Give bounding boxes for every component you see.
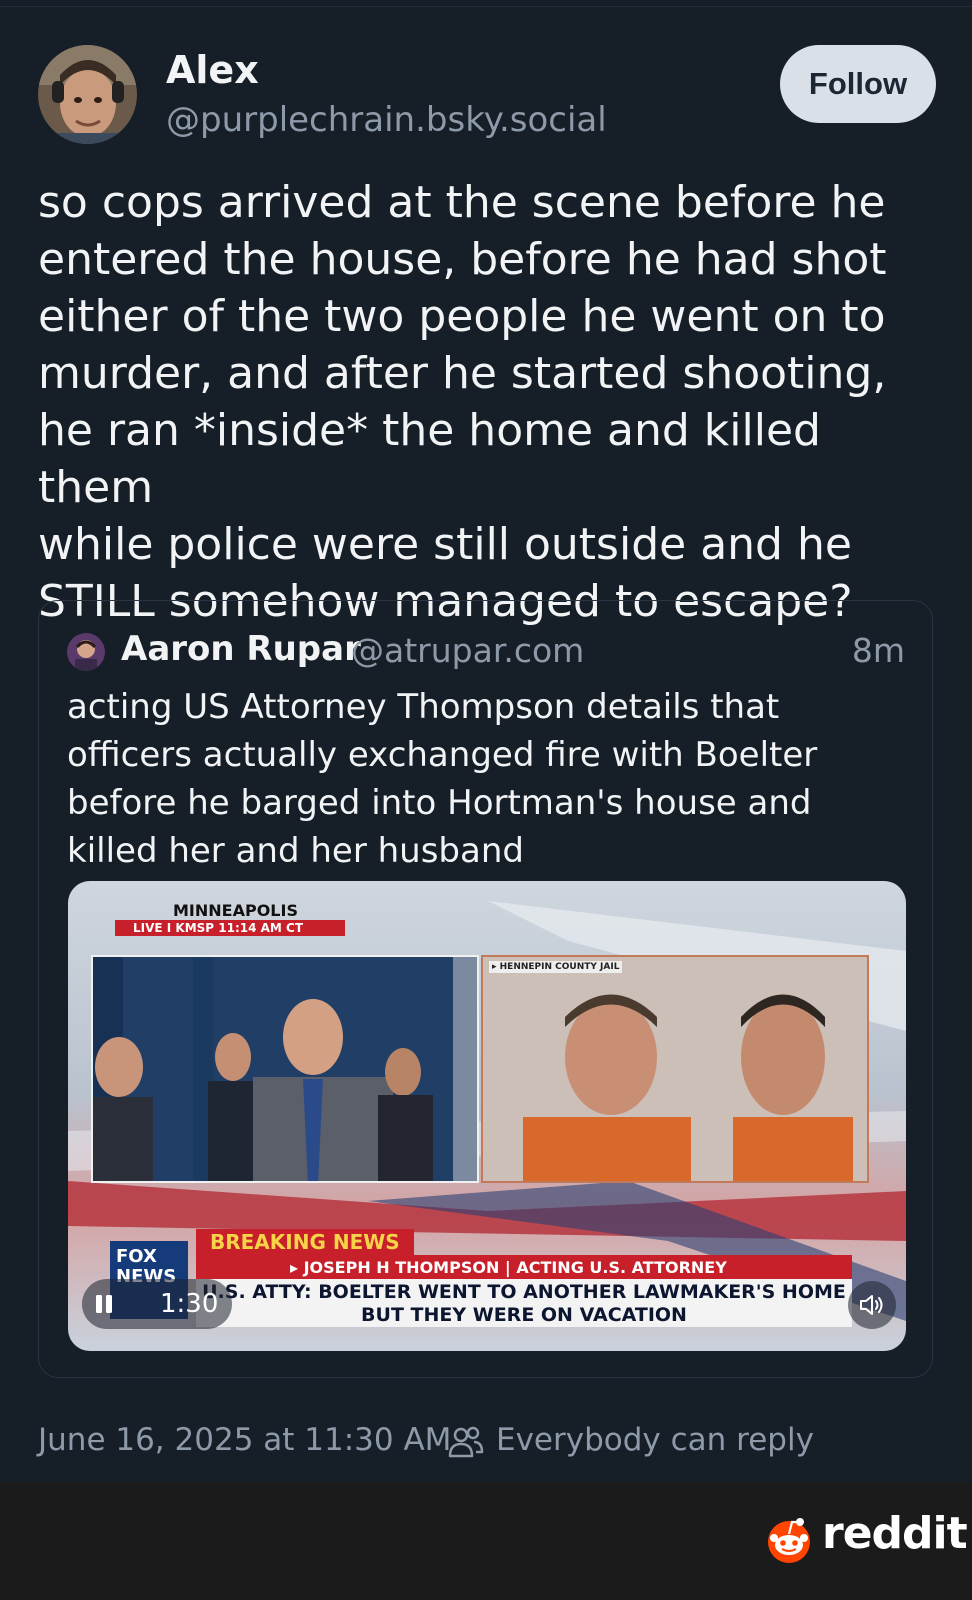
jail-label: ▸ HENNEPIN COUNTY JAIL xyxy=(489,961,623,973)
video-player[interactable]: MINNEAPOLIS LIVE I KMSP 11:14 AM CT ▸ HE… xyxy=(68,881,906,1351)
author-name[interactable]: Alex xyxy=(166,48,259,92)
divider xyxy=(0,6,972,7)
video-time: 1:30 xyxy=(160,1289,219,1319)
live-city: MINNEAPOLIS xyxy=(173,901,298,920)
reply-setting: Everybody can reply xyxy=(496,1422,814,1458)
pause-icon[interactable] xyxy=(82,1282,126,1326)
post-text: so cops arrived at the scene before he e… xyxy=(38,177,887,627)
quoted-author-avatar[interactable] xyxy=(67,633,105,671)
speaker-icon xyxy=(860,1295,883,1315)
mugshot-panel: ▸ HENNEPIN COUNTY JAIL xyxy=(481,955,869,1183)
speaker-name-bar: ▸ JOSEPH H THOMPSON | ACTING U.S. ATTORN… xyxy=(196,1255,852,1279)
post-card: Alex @purplechrain.bsky.social Follow so… xyxy=(0,0,972,1482)
author-avatar[interactable] xyxy=(38,45,137,144)
press-conference-panel xyxy=(91,955,479,1183)
news-headline: U.S. ATTY: BOELTER WENT TO ANOTHER LAWMA… xyxy=(196,1279,852,1327)
quoted-author-handle[interactable]: @atrupar.com xyxy=(351,631,584,670)
quoted-post-time: 8m xyxy=(851,631,905,670)
live-bar: LIVE I KMSP 11:14 AM CT xyxy=(115,920,345,936)
quoted-post[interactable]: Aaron Rupar @atrupar.com 8m acting US At… xyxy=(38,600,933,1378)
follow-button[interactable]: Follow xyxy=(780,45,936,123)
breaking-news-banner: BREAKING NEWS xyxy=(196,1229,414,1255)
mute-button[interactable] xyxy=(848,1281,896,1329)
people-icon xyxy=(448,1426,484,1458)
post-timestamp: June 16, 2025 at 11:30 AM xyxy=(38,1422,452,1458)
playback-control[interactable]: 1:30 xyxy=(82,1279,232,1329)
quoted-author-name[interactable]: Aaron Rupar xyxy=(121,629,361,669)
live-tag: MINNEAPOLIS LIVE I KMSP 11:14 AM CT xyxy=(115,901,345,936)
reddit-wordmark: reddit xyxy=(822,1508,968,1559)
quoted-post-text: acting US Attorney Thompson details that… xyxy=(67,687,818,871)
reddit-logo-icon xyxy=(768,1518,810,1563)
author-handle[interactable]: @purplechrain.bsky.social xyxy=(166,100,607,140)
